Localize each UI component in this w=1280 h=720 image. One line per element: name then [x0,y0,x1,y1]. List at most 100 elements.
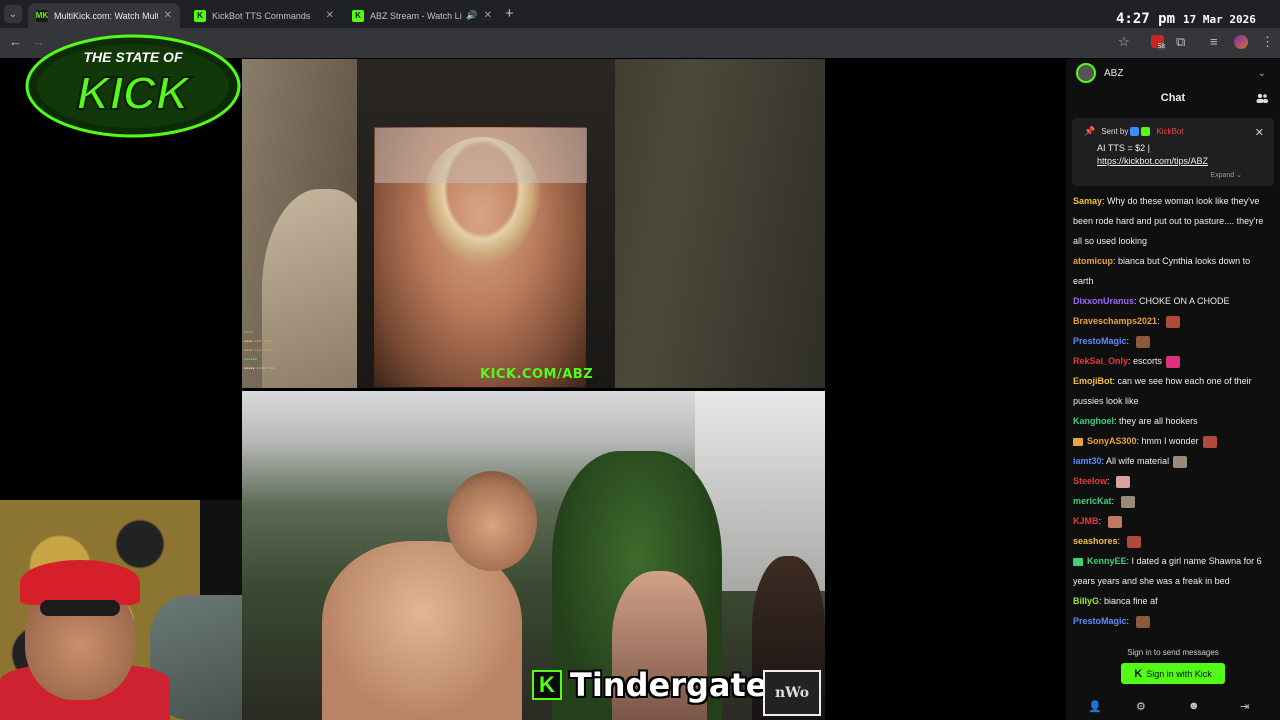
chat-separator: : [1098,516,1104,526]
chat-username[interactable]: RekSai_Only [1073,356,1128,366]
tab-search-icon[interactable]: ⌄ [4,5,22,23]
chat-username[interactable]: KennyEE [1087,556,1127,566]
kick-favicon-icon: K [194,9,206,22]
exit-icon[interactable]: ⇥ [1240,700,1249,713]
media-control-icon[interactable]: ≡ [1210,34,1218,49]
chat-separator: : [1157,316,1163,326]
nwo-logo: nWo [763,670,821,716]
chat-username[interactable]: Braveschamps2021 [1073,316,1157,326]
clock-date: 17 Mar 2026 [1183,13,1256,26]
chat-username[interactable]: Steelow [1073,476,1107,486]
chat-separator: : [1126,336,1132,346]
chat-username[interactable]: SonyAS300 [1087,436,1137,446]
close-icon[interactable]: ✕ [1255,126,1264,139]
bookmark-star-icon[interactable]: ☆ [1118,34,1130,50]
emote-image [1107,515,1122,528]
users-icon[interactable] [1256,93,1268,103]
clock-time: 4:27 pm [1116,11,1176,27]
chat-message: Samay: Why do these woman look like they… [1073,191,1273,251]
tab-close-icon[interactable]: ✕ [484,10,492,21]
add-user-icon[interactable]: 👤 [1088,700,1102,713]
profile-avatar[interactable] [1234,35,1248,49]
tab-close-icon[interactable]: ✕ [164,10,172,21]
chat-username[interactable]: KJMB [1073,516,1099,526]
tab-title: ABZ Stream - Watch Live on [370,10,462,21]
chat-username[interactable]: DixxonUranus [1073,296,1134,306]
blur-bar [375,128,587,183]
channel-header[interactable]: ABZ ⌄ [1066,59,1280,87]
chat-message: Steelow: [1073,471,1273,491]
logo-top-text: THE STATE OF [83,49,182,65]
kick-logo-icon: K [1134,667,1143,680]
chat-message: RekSai_Only: escorts [1073,351,1273,371]
chat-username[interactable]: PrestoMagic [1073,336,1127,346]
emote-image [1166,355,1181,368]
menu-dots-icon[interactable]: ⋮ [1261,34,1274,50]
chat-username[interactable]: Samay [1073,196,1102,206]
moderator-badge-icon [1130,127,1140,136]
chat-text: escorts [1133,356,1163,366]
emote-icon[interactable]: ☻ [1188,700,1200,712]
channel-avatar [1076,63,1096,83]
stream-video-top[interactable]: ▪▪▪▪ ▪▪▪▪ ▫▫▫▫ ▫▫▫ ▪▪▪▪ ▫▫▫▫ ▫▫▫▫ ▪▪▪▪▪▪… [242,59,825,388]
chat-message: KennyEE: I dated a girl name Shawna for … [1073,551,1273,591]
emote-image [1173,455,1188,468]
tab-abz-stream[interactable]: K ABZ Stream - Watch Live on 🔊 ✕ [344,3,500,28]
chat-message: mericKat: [1073,491,1273,511]
tab-close-icon[interactable]: ✕ [326,10,334,21]
tab-title: KickBot TTS Commands [212,10,311,21]
logo-main-text: KICK [77,67,192,119]
new-tab-button[interactable]: + [505,5,514,22]
emote-image [1120,495,1135,508]
verified-badge-icon [1141,127,1151,136]
state-of-kick-logo: THE STATE OF KICK [25,34,241,138]
cap [20,560,140,605]
chat-separator: : [1117,536,1123,546]
chat-title: Chat [1160,92,1186,104]
person-head [447,471,537,571]
chat-message: PrestoMagic: [1073,331,1273,351]
chat-message: PrestoMagic: [1073,611,1273,631]
pinned-line: AI TTS = $2 | [1097,143,1150,153]
chat-messages: Samay: Why do these woman look like they… [1073,191,1273,631]
chat-username[interactable]: atomicup [1073,256,1113,266]
subscriber-badge-icon [1073,437,1083,446]
chat-separator: : [1111,496,1117,506]
expand-button[interactable]: Expand ⌄ [1210,171,1242,179]
chat-message: BillyG: bianca fine af [1073,591,1273,611]
speaker-icon[interactable]: 🔊 [466,10,477,21]
chat-separator: : [1126,616,1132,626]
channel-name: ABZ [1104,67,1124,79]
subscriber-badge-icon [1073,557,1083,566]
stream-video-bottom[interactable]: K Tindergate nWo [242,391,825,720]
chat-message: Kanghoel: they are all hookers [1073,411,1273,431]
kick-favicon-icon: K [352,9,364,22]
chat-username[interactable]: Kanghoel [1073,416,1114,426]
gear-icon[interactable]: ⚙ [1136,700,1146,713]
webcam-overlay [0,500,242,720]
kick-logo-icon: K [532,670,562,700]
chat-username[interactable]: mericKat [1073,496,1112,506]
chat-username[interactable]: iamt30 [1073,456,1102,466]
chevron-down-icon[interactable]: ⌄ [1258,68,1266,79]
chat-text: All wife material [1106,456,1170,466]
extensions-icon[interactable]: ⧉ [1176,34,1185,50]
signin-button[interactable]: K Sign in with Kick [1121,663,1225,684]
clock: 4:27 pm 17 Mar 2026 [1116,8,1256,27]
chat-username[interactable]: EmojiBot [1073,376,1113,386]
pinned-message: 📌 Sent by KickBot ✕ AI TTS = $2 | https:… [1072,118,1274,186]
tab-title: MultiKick.com: Watch Multiple [54,10,158,21]
emote-image [1116,475,1131,488]
emote-image [1135,615,1150,628]
chat-message: EmojiBot: can we see how each one of the… [1073,371,1273,411]
chat-username[interactable]: seashores [1073,536,1118,546]
pinned-link[interactable]: https://kickbot.com/tips/ABZ [1097,155,1208,168]
chevron-down-icon: ⌄ [1236,172,1242,179]
chat-username[interactable]: BillyG [1073,596,1099,606]
chat-message: DixxonUranus: CHOKE ON A CHODE [1073,291,1273,311]
back-icon[interactable]: ← [9,34,22,49]
chat-text: they are all hookers [1119,416,1198,426]
chat-username[interactable]: PrestoMagic [1073,616,1127,626]
chat-message: Braveschamps2021: [1073,311,1273,331]
chat-message: SonyAS300: hmm I wonder [1073,431,1273,451]
